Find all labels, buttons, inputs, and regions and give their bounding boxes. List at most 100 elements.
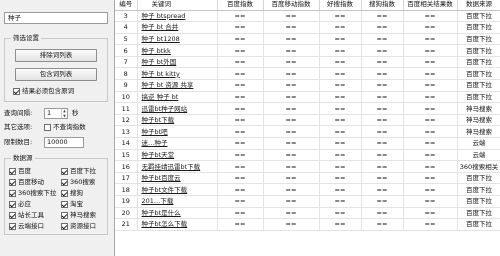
table-row[interactable]: 16 无羁挂靖迅雷bt下载 == == == == == 360搜索相关 [115,160,500,173]
source-checkbox[interactable] [61,178,68,186]
include-list-button[interactable]: 包含词列表 [15,68,97,81]
source-webmaster-tools[interactable]: 站长工具 [9,211,44,220]
source-checkbox[interactable] [9,167,16,175]
source-taobao[interactable]: 淘宝 [61,200,83,209]
source-bing[interactable]: 必应 [9,200,31,209]
row-keyword[interactable]: 种子 btspread [137,10,218,23]
source-resource-api[interactable]: 资源接口 [61,222,96,231]
keyword-input[interactable]: 种子 [4,12,108,24]
no-index-option[interactable]: 不查询指数 [44,123,86,132]
interval-spinner[interactable]: 1 ▲ ▼ [44,108,68,119]
source-label: 淘宝 [70,200,83,208]
source-sogou[interactable]: 搜狗 [61,189,83,198]
table-row[interactable]: 6 种子 btkk == == == == == 百度下拉 [115,44,500,57]
table-row[interactable]: 10 搞逆 种子 bt == == == == == 百度下拉 [115,91,500,104]
row-keyword[interactable]: 201…下载 [137,195,218,208]
col-header-sogou-index[interactable]: 搜狗指数 [361,0,404,11]
must-include-option[interactable]: 结果必须包含原词 [13,87,74,96]
col-header-id[interactable]: 编号 [115,0,138,11]
no-index-checkbox[interactable] [44,123,51,131]
data-source-title: 数据源 [11,154,35,163]
row-index-value: == [319,207,362,220]
source-360-search[interactable]: 360搜索 [61,178,95,187]
row-keyword[interactable]: 种子bt天堂 [137,149,218,162]
spinner-arrows-icon[interactable]: ▲ ▼ [61,109,67,118]
source-checkbox[interactable] [61,200,68,208]
table-row[interactable]: 13 种子bt吧 == == == == == 神马搜索 [115,125,500,139]
col-header-baidu-index[interactable]: 百度指数 [217,0,264,11]
table-row[interactable]: 21 种子bt怎么下载 == == == == == 百度下拉 [115,218,500,231]
col-header-baidu-mobile-index[interactable]: 百度移动指数 [263,0,320,11]
row-index-value: == [403,172,458,185]
table-row[interactable]: 8 种子 bt kitty == == == == == 百度下拉 [115,67,500,81]
row-index-value: == [217,149,264,162]
col-header-baidu-results[interactable]: 百度相关结果数 [403,0,458,11]
other-options-label: 其它选项: [4,123,33,131]
row-index-value: == [217,56,264,69]
row-keyword[interactable]: 搞逆 种子 bt [137,91,218,104]
table-row[interactable]: 12 种子bt下载 == == == == == 神马搜索 [115,114,500,127]
exclude-list-button[interactable]: 排除词列表 [15,49,97,62]
source-360-dropdown[interactable]: 360搜索下拉 [9,189,56,198]
row-index-value: == [263,160,320,173]
source-baidu-dropdown[interactable]: 百度下拉 [61,167,96,176]
source-baidu[interactable]: 百度 [9,167,31,176]
row-keyword[interactable]: 种子 btkk [137,44,218,57]
table-row[interactable]: 11 迅雷bt种子网站 == == == == == 神马搜索 [115,102,500,115]
row-keyword[interactable]: 种子 bt1208 [137,33,218,46]
col-header-haosou-index[interactable]: 好搜指数 [319,0,362,11]
table-row[interactable]: 15 种子bt天堂 == == == == == 云端 [115,149,500,162]
source-shenma[interactable]: 神马搜索 [61,211,96,220]
row-index-value: == [263,21,320,34]
table-row[interactable]: 4 种子 bt 合并 == == == == == 百度下拉 [115,21,500,34]
limit-input[interactable]: 10000 [44,137,84,148]
row-keyword[interactable]: 种子bt吧 [137,125,218,139]
source-checkbox[interactable] [61,189,68,197]
table-row[interactable]: 5 种子 bt1208 == == == == == 百度下拉 [115,33,500,46]
row-keyword[interactable]: 种子bt百度云 [137,172,218,185]
table-row[interactable]: 9 种子 bt 资源 共享 == == == == == 百度下拉 [115,79,500,92]
source-checkbox[interactable] [9,189,16,197]
col-header-data-source[interactable]: 数据来源 [457,0,500,11]
row-id: 12 [115,114,138,127]
row-data-source: 神马搜索 [457,125,500,139]
row-index-value: == [361,137,404,150]
row-keyword[interactable]: 迷…种子 [137,137,218,150]
row-index-value: == [403,149,458,162]
row-keyword[interactable]: 种子 bt kitty [137,67,218,81]
row-keyword[interactable]: 种子bt文件下载 [137,183,218,196]
row-keyword[interactable]: 种子 bt 资源 共享 [137,79,218,92]
source-checkbox[interactable] [9,200,16,208]
source-checkbox[interactable] [9,211,16,219]
row-keyword[interactable]: 种子bt怎么下载 [137,218,218,231]
source-checkbox[interactable] [9,222,16,230]
row-keyword[interactable]: 种子bt下载 [137,114,218,127]
table-row[interactable]: 3 种子 btspread == == == == == 百度下拉 [115,10,500,23]
table-row[interactable]: 18 种子bt文件下载 == == == == == 百度下拉 [115,183,500,196]
source-checkbox[interactable] [61,222,68,230]
must-include-checkbox[interactable] [13,87,20,95]
row-index-value: == [263,125,320,139]
table-row[interactable]: 7 种子 bt外国 == == == == == 百度下拉 [115,56,500,69]
row-keyword[interactable]: 无羁挂靖迅雷bt下载 [137,160,218,173]
source-label: 搜狗 [70,189,83,197]
row-keyword[interactable]: 迅雷bt种子网站 [137,102,218,115]
row-id: 14 [115,137,138,150]
table-row[interactable]: 20 种子bt是什么 == == == == == 百度下拉 [115,207,500,220]
results-table-panel[interactable]: 编号 关键词 百度指数 百度移动指数 好搜指数 搜狗指数 百度相关结果数 数据来… [114,0,500,256]
row-keyword[interactable]: 种子 bt外国 [137,56,218,69]
source-baidu-mobile[interactable]: 百度移动 [9,178,44,187]
table-row[interactable]: 17 种子bt百度云 == == == == == 百度下拉 [115,172,500,185]
source-checkbox[interactable] [9,178,16,186]
row-keyword[interactable]: 种子 bt 合并 [137,21,218,34]
source-cloud-api[interactable]: 云端接口 [9,222,44,231]
source-checkbox[interactable] [61,167,68,175]
table-row[interactable]: 14 迷…种子 == == == == == 云端 [115,137,500,150]
row-keyword[interactable]: 种子bt是什么 [137,207,218,220]
no-index-label: 不查询指数 [53,123,86,131]
table-row[interactable]: 19 201…下载 == == == == == 百度下拉 [115,195,500,208]
row-index-value: == [319,195,362,208]
interval-value: 1 [47,109,52,117]
source-checkbox[interactable] [61,211,68,219]
col-header-keyword[interactable]: 关键词 [137,0,218,11]
